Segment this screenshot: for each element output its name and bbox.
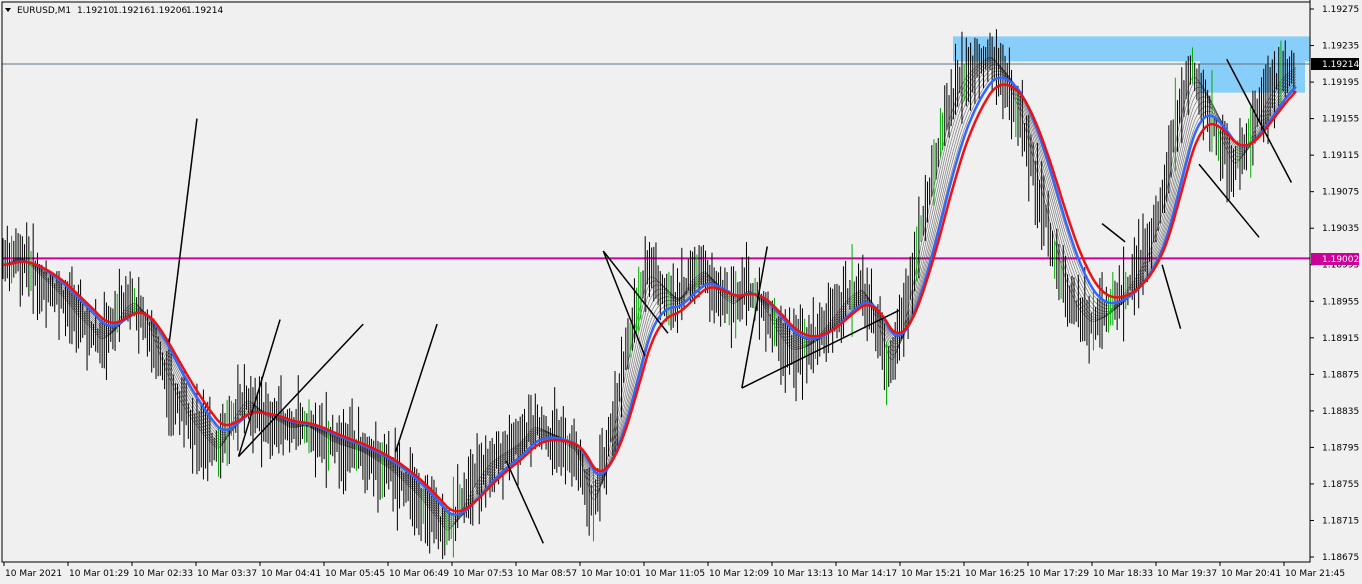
x-tick-label: 10 Mar 06:49 bbox=[389, 569, 449, 579]
close-value: 1.19214 bbox=[186, 6, 223, 16]
chart-header: EURUSD,M1 1.19210 1.19216 1.19206 1.1921… bbox=[5, 6, 223, 16]
x-tick-label: 10 Mar 08:57 bbox=[517, 569, 577, 579]
x-tick-label: 10 Mar 2021 bbox=[5, 569, 62, 579]
y-tick-label: 1.18755 bbox=[1322, 480, 1359, 490]
level-price-label: 1.19002 bbox=[1322, 255, 1359, 265]
y-tick-label: 1.19235 bbox=[1322, 42, 1359, 52]
y-tick-label: 1.19195 bbox=[1322, 78, 1359, 88]
x-tick-label: 10 Mar 20:41 bbox=[1221, 569, 1281, 579]
y-tick-label: 1.18835 bbox=[1322, 407, 1359, 417]
y-tick-label: 1.18915 bbox=[1322, 334, 1359, 344]
y-tick-label: 1.19275 bbox=[1322, 5, 1359, 15]
x-tick-label: 10 Mar 15:21 bbox=[901, 569, 961, 579]
y-tick-label: 1.18875 bbox=[1322, 370, 1359, 380]
x-tick-label: 10 Mar 04:41 bbox=[261, 569, 321, 579]
price-chart[interactable]: 1.19275 1.19235 1.19195 1.19155 1.19115 1.190… bbox=[0, 0, 1362, 584]
current-price-tag: 1.19214 bbox=[1311, 58, 1359, 70]
supply-zone bbox=[953, 36, 1310, 62]
y-tick-label: 1.18675 bbox=[1322, 553, 1359, 563]
x-tick-label: 10 Mar 16:25 bbox=[965, 569, 1025, 579]
x-tick-label: 10 Mar 18:33 bbox=[1093, 569, 1153, 579]
x-tick-label: 10 Mar 21:45 bbox=[1285, 569, 1345, 579]
y-tick-label: 1.19115 bbox=[1322, 151, 1359, 161]
x-tick-label: 10 Mar 02:33 bbox=[133, 569, 193, 579]
y-tick-label: 1.19075 bbox=[1322, 188, 1359, 198]
symbol-label: EURUSD,M1 bbox=[17, 6, 71, 16]
x-tick-label: 10 Mar 13:13 bbox=[773, 569, 833, 579]
y-tick-label: 1.19155 bbox=[1322, 115, 1359, 125]
chart-background bbox=[0, 0, 1362, 584]
level-price-tag: 1.19002 bbox=[1311, 253, 1359, 265]
x-tick-label: 10 Mar 11:05 bbox=[645, 569, 705, 579]
y-tick-label: 1.18795 bbox=[1322, 443, 1359, 453]
y-tick-label: 1.18955 bbox=[1322, 297, 1359, 307]
x-tick-label: 10 Mar 03:37 bbox=[197, 569, 257, 579]
current-price-label: 1.19214 bbox=[1322, 60, 1359, 70]
x-tick-label: 10 Mar 14:17 bbox=[837, 569, 897, 579]
bid-value: 1.19210 bbox=[77, 6, 114, 16]
x-tick-label: 10 Mar 19:37 bbox=[1157, 569, 1217, 579]
y-tick-label: 1.19035 bbox=[1322, 224, 1359, 234]
x-tick-label: 10 Mar 07:53 bbox=[453, 569, 513, 579]
x-tick-label: 10 Mar 05:45 bbox=[325, 569, 385, 579]
y-tick-label: 1.18715 bbox=[1322, 516, 1359, 526]
low-value: 1.19206 bbox=[150, 6, 187, 16]
x-tick-label: 10 Mar 17:29 bbox=[1029, 569, 1089, 579]
x-tick-label: 10 Mar 10:01 bbox=[581, 569, 641, 579]
x-tick-label: 10 Mar 01:29 bbox=[69, 569, 129, 579]
high-value: 1.19216 bbox=[113, 6, 150, 16]
x-tick-label: 10 Mar 12:09 bbox=[709, 569, 769, 579]
